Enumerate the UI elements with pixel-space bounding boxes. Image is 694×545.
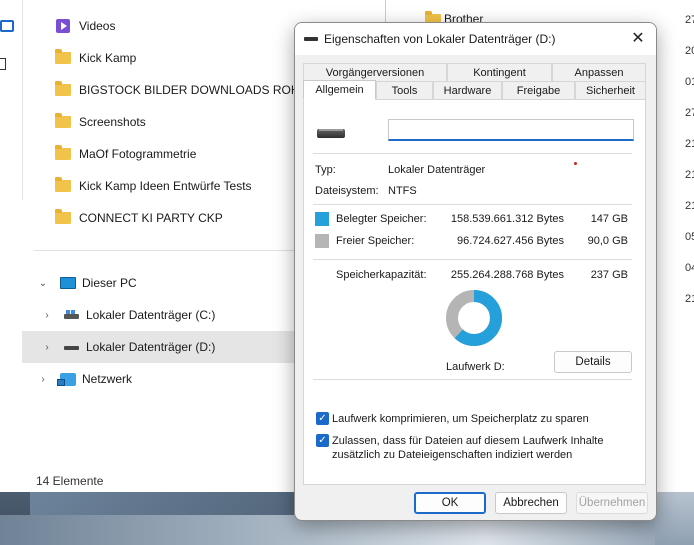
explorer-left-strip xyxy=(0,0,23,200)
folder-label: Videos xyxy=(79,19,116,33)
drive-letter-label: Laufwerk D: xyxy=(446,361,505,373)
tab-sicherheit[interactable]: Sicherheit xyxy=(575,81,646,99)
free-space-label: Freier Speicher: xyxy=(336,235,415,247)
tab-allgemein[interactable]: Allgemein xyxy=(303,80,376,100)
free-space-bytes: 96.724.627.456 Bytes xyxy=(456,235,564,247)
index-label-line1: Zulassen, dass für Dateien auf diesem La… xyxy=(332,435,604,447)
tree-label: Dieser PC xyxy=(82,276,137,290)
divider xyxy=(313,204,632,205)
filesystem-value: NTFS xyxy=(388,185,417,197)
type-value: Lokaler Datenträger xyxy=(388,164,486,176)
divider xyxy=(313,153,632,154)
tab-anpassen[interactable]: Anpassen xyxy=(552,63,646,81)
drive-icon xyxy=(304,37,318,41)
properties-dialog: Eigenschaften von Lokaler Datenträger (D… xyxy=(294,22,657,521)
apply-button[interactable]: Übernehmen xyxy=(576,492,648,514)
divider xyxy=(313,379,632,380)
chevron-right-icon[interactable]: › xyxy=(42,342,52,353)
tree-label: Lokaler Datenträger (C:) xyxy=(86,308,216,322)
drive-name-input[interactable] xyxy=(388,119,634,141)
date-column-cell: 27 xyxy=(685,107,694,119)
tab-freigabe[interactable]: Freigabe xyxy=(502,81,575,99)
tab-hardware[interactable]: Hardware xyxy=(433,81,502,99)
compress-checkbox[interactable]: ✓ xyxy=(316,412,329,425)
chevron-right-icon[interactable]: › xyxy=(38,374,48,385)
dialog-titlebar[interactable]: Eigenschaften von Lokaler Datenträger (D… xyxy=(295,23,656,55)
type-label: Typ: xyxy=(315,164,336,176)
drive-icon[interactable] xyxy=(0,20,14,32)
date-column-cell: 21 xyxy=(685,200,694,212)
folder-label: Screenshots xyxy=(79,115,146,129)
filesystem-label: Dateisystem: xyxy=(315,185,379,197)
date-column-cell: 27 xyxy=(685,14,694,26)
date-column-cell: 01 xyxy=(685,76,694,88)
capacity-label: Speicherkapazität: xyxy=(336,269,427,281)
red-dot-marker xyxy=(574,162,577,165)
details-button[interactable]: Details xyxy=(554,351,632,373)
date-column-cell: 04 xyxy=(685,262,694,274)
tab-tools[interactable]: Tools xyxy=(376,81,433,99)
folder-icon xyxy=(55,81,71,96)
folder-label: Kick Kamp Ideen Entwürfe Tests xyxy=(79,179,252,193)
ok-button[interactable]: OK xyxy=(414,492,486,514)
folder-icon xyxy=(55,209,71,224)
folder-icon xyxy=(55,177,71,192)
folder-label: CONNECT KI PARTY CKP xyxy=(79,211,223,225)
folder-label: Kick Kamp xyxy=(79,51,137,65)
folder-icon xyxy=(55,49,71,64)
date-column-cell: 20 xyxy=(685,45,694,57)
tab-vorgaengerversionen[interactable]: Vorgängerversionen xyxy=(303,63,447,81)
date-column-cell: 21 xyxy=(685,293,694,305)
date-column-cell: 21 xyxy=(685,138,694,150)
network-icon xyxy=(57,372,76,386)
free-space-size: 90,0 GB xyxy=(587,235,628,247)
cancel-button[interactable]: Abbrechen xyxy=(495,492,567,514)
capacity-size: 237 GB xyxy=(590,269,628,281)
dialog-title: Eigenschaften von Lokaler Datenträger (D… xyxy=(324,32,556,46)
bracket-icon xyxy=(0,58,6,70)
index-checkbox[interactable]: ✓ xyxy=(316,434,329,447)
item-count-status: 14 Elemente xyxy=(36,474,104,488)
folder-icon xyxy=(55,145,71,160)
tree-label: Netzwerk xyxy=(82,372,133,386)
chevron-right-icon[interactable]: › xyxy=(42,310,52,321)
drive-icon xyxy=(64,342,80,352)
date-column-cell: 21 xyxy=(685,169,694,181)
chevron-down-icon[interactable]: ⌄ xyxy=(38,278,48,289)
disk-usage-donut xyxy=(446,290,502,346)
used-space-size: 147 GB xyxy=(590,213,628,225)
folder-label: BIGSTOCK BILDER DOWNLOADS ROH xyxy=(79,83,300,97)
used-space-bytes: 158.539.661.312 Bytes xyxy=(450,213,564,225)
capacity-bytes: 255.264.288.768 Bytes xyxy=(450,269,564,281)
hard-drive-icon xyxy=(317,126,345,140)
date-column-cell: 05 xyxy=(685,231,694,243)
system-drive-icon xyxy=(64,310,80,320)
folder-label: MaOf Fotogrammetrie xyxy=(79,147,197,161)
computer-icon xyxy=(60,277,76,289)
compress-label: Laufwerk komprimieren, um Speicherplatz … xyxy=(332,413,589,425)
used-space-swatch xyxy=(315,212,329,226)
divider xyxy=(313,259,632,260)
tab-kontingent[interactable]: Kontingent xyxy=(447,63,552,81)
used-space-label: Belegter Speicher: xyxy=(336,213,427,225)
close-button[interactable]: ✕ xyxy=(625,27,651,51)
free-space-swatch xyxy=(315,234,329,248)
folder-icon xyxy=(55,113,71,128)
tree-label: Lokaler Datenträger (D:) xyxy=(86,340,216,354)
index-label-line2: zusätzlich zu Dateieigenschaften indizie… xyxy=(332,449,573,461)
video-folder-icon xyxy=(56,19,70,33)
